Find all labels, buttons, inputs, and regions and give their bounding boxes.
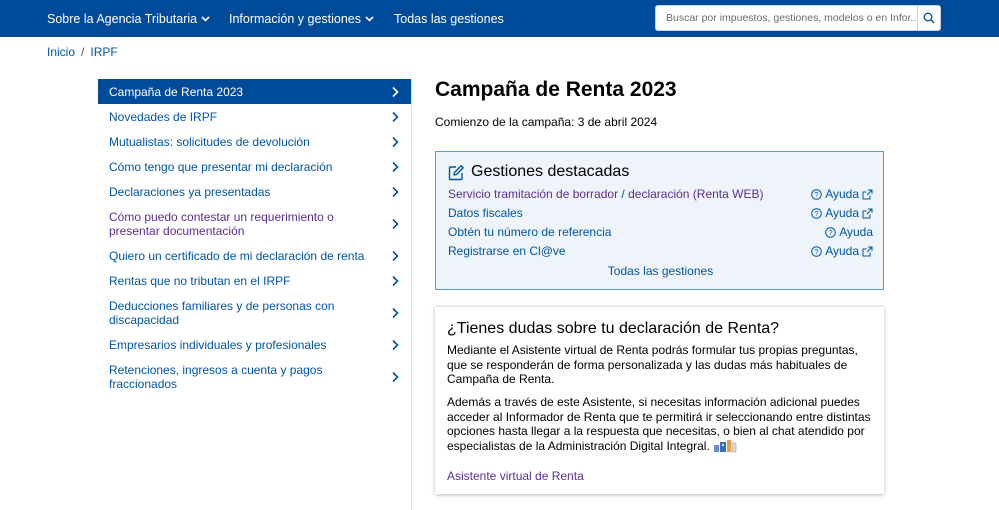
sidebar-item-label: Retenciones, ingresos a cuenta y pagos f… (109, 362, 323, 391)
gestion-row-numero-referencia: Obtén tu número de referencia ? Ayuda (448, 225, 873, 241)
chevron-right-icon (392, 339, 399, 350)
chevron-right-icon (392, 250, 399, 261)
breadcrumb: Inicio / IRPF (47, 45, 118, 59)
help-link[interactable]: ? Ayuda (811, 244, 873, 258)
sidebar-item-retenciones[interactable]: Retenciones, ingresos a cuenta y pagos f… (98, 357, 411, 396)
nav-informacion-gestiones[interactable]: Información y gestiones (229, 0, 374, 37)
search-input[interactable]: Buscar por impuestos, gestiones, modelos… (655, 5, 917, 31)
sidebar-item-certificado[interactable]: Quiero un certificado de mi declaración … (98, 243, 411, 268)
chevron-right-icon (392, 371, 399, 382)
external-link-icon (862, 246, 873, 256)
svg-text:?: ? (815, 209, 819, 218)
sidebar-item-label: Mutualistas: solicitudes de devolución (109, 134, 310, 149)
dudas-heading: ¿Tienes dudas sobre tu declaración de Re… (447, 320, 780, 337)
nav-todas-gestiones[interactable]: Todas las gestiones (394, 0, 504, 37)
chevron-right-icon (392, 111, 399, 122)
dudas-paragraph-2-text: Además a través de este Asistente, si ne… (447, 395, 871, 453)
todas-las-gestiones-link[interactable]: Todas las gestiones (436, 264, 885, 278)
sidebar-item-campana-renta-2023[interactable]: Campaña de Renta 2023 (98, 79, 411, 104)
chevron-down-icon (201, 15, 210, 22)
breadcrumb-separator: / (81, 45, 85, 59)
search-icon (923, 12, 935, 24)
help-label: Ayuda (839, 225, 873, 239)
sidebar-item-como-presentar[interactable]: Cómo tengo que presentar mi declaración (98, 154, 411, 179)
svg-text:?: ? (829, 228, 833, 237)
chevron-right-icon (392, 307, 399, 318)
nav-sobre-agencia-label: Sobre la Agencia Tributaria (47, 11, 198, 26)
help-label: Ayuda (825, 244, 859, 258)
chevron-right-icon (392, 275, 399, 286)
help-link[interactable]: ? Ayuda (825, 225, 873, 239)
svg-text:?: ? (815, 190, 819, 199)
question-circle-icon: ? (811, 188, 822, 200)
numero-referencia-link[interactable]: Obtén tu número de referencia (448, 225, 611, 239)
chevron-right-icon (392, 218, 399, 229)
asistente-virtual-link[interactable]: Asistente virtual de Renta (447, 469, 584, 483)
svg-text:?: ? (815, 247, 819, 256)
help-label: Ayuda (825, 206, 859, 220)
top-navigation-bar: Sobre la Agencia Tributaria Información … (0, 0, 999, 37)
sidebar-divider (411, 79, 412, 510)
sidebar-item-label: Deducciones familiares y de personas con… (109, 298, 335, 327)
question-circle-icon: ? (811, 207, 822, 219)
nav-todas-gestiones-label: Todas las gestiones (394, 11, 504, 26)
renta-web-link[interactable]: Servicio tramitación de borrador / decla… (448, 187, 763, 201)
sidebar-item-label: Cómo puedo contestar un requerimiento o … (109, 209, 334, 238)
gestiones-destacadas-panel: Gestiones destacadas Servicio tramitació… (435, 151, 884, 290)
sidebar-item-label: Quiero un certificado de mi declaración … (109, 248, 365, 263)
renta-web-link-sep: / (618, 187, 629, 201)
chevron-right-icon (392, 136, 399, 147)
sidebar-item-label: Campaña de Renta 2023 (109, 84, 244, 99)
question-circle-icon: ? (811, 245, 822, 257)
sidebar-item-requerimiento[interactable]: Cómo puedo contestar un requerimiento o … (98, 204, 411, 243)
chevron-right-icon (392, 86, 399, 97)
renta-web-link-part-b: declaración (Renta WEB) (628, 187, 764, 201)
asistente-virtual-card: ¿Tienes dudas sobre tu declaración de Re… (435, 306, 884, 494)
sidebar-item-label: Novedades de IRPF (109, 109, 218, 124)
chevron-right-icon (392, 161, 399, 172)
nav-informacion-gestiones-label: Información y gestiones (229, 11, 362, 26)
chevron-right-icon (392, 186, 399, 197)
breadcrumb-home-link[interactable]: Inicio (47, 45, 75, 59)
sidebar-item-label: Empresarios individuales y profesionales (109, 337, 327, 352)
dudas-paragraph-1: Mediante el Asistente virtual de Renta p… (447, 343, 858, 386)
nav-sobre-agencia[interactable]: Sobre la Agencia Tributaria (47, 0, 210, 37)
gestion-row-datos-fiscales: Datos fiscales ? Ayuda (448, 206, 873, 222)
sidebar-item-deducciones-familiares[interactable]: Deducciones familiares y de personas con… (98, 293, 411, 332)
help-label: Ayuda (825, 187, 859, 201)
gestiones-destacadas-heading: Gestiones destacadas (448, 163, 629, 181)
help-link[interactable]: ? Ayuda (811, 206, 873, 220)
search-placeholder: Buscar por impuestos, gestiones, modelos… (666, 12, 917, 24)
sidebar-item-mutualistas[interactable]: Mutualistas: solicitudes de devolución (98, 129, 411, 154)
breadcrumb-current-link[interactable]: IRPF (90, 45, 117, 59)
renta-web-link-part-a: Servicio tramitación de borrador (448, 187, 619, 201)
dudas-paragraph-2: Además a través de este Asistente, si ne… (447, 395, 877, 453)
sidebar-item-empresarios[interactable]: Empresarios individuales y profesionales (98, 332, 411, 357)
chevron-down-icon (365, 15, 374, 22)
sidebar-item-label: Declaraciones ya presentadas (109, 184, 271, 199)
sidebar-item-rentas-no-tributan[interactable]: Rentas que no tributan en el IRPF (98, 268, 411, 293)
gestiones-destacadas-title: Gestiones destacadas (471, 163, 630, 180)
question-circle-icon: ? (825, 226, 836, 238)
sidebar-item-declaraciones-presentadas[interactable]: Declaraciones ya presentadas (98, 179, 411, 204)
edit-icon (448, 164, 464, 180)
help-link[interactable]: ? Ayuda (811, 187, 873, 201)
sidebar-item-novedades[interactable]: Novedades de IRPF (98, 104, 411, 129)
gestion-row-renta-web: Servicio tramitación de borrador / decla… (448, 187, 873, 203)
page-title: Campaña de Renta 2023 (435, 78, 677, 101)
external-link-icon (862, 208, 873, 218)
sidebar-item-label: Cómo tengo que presentar mi declaración (109, 159, 333, 174)
sidebar-item-label: Rentas que no tributan en el IRPF (109, 273, 291, 288)
datos-fiscales-link[interactable]: Datos fiscales (448, 206, 523, 220)
assistant-bot-icon (713, 439, 737, 452)
search-button[interactable] (917, 5, 941, 31)
external-link-icon (862, 189, 873, 199)
campaign-start-date: Comienzo de la campaña: 3 de abril 2024 (435, 115, 658, 129)
gestion-row-clave: Registrarse en Cl@ve ? Ayuda (448, 244, 873, 260)
registrarse-clave-link[interactable]: Registrarse en Cl@ve (448, 244, 566, 258)
